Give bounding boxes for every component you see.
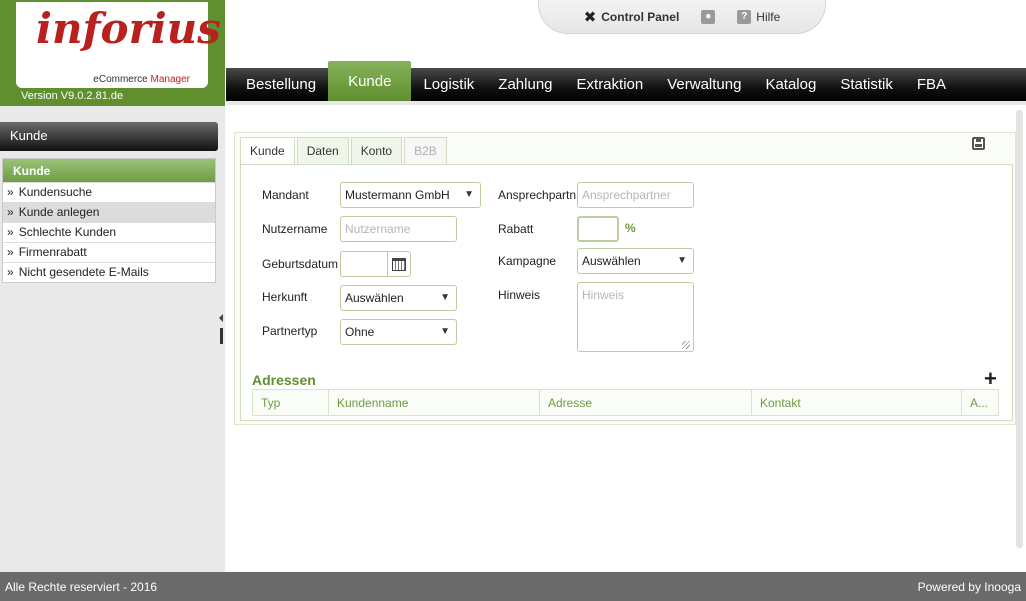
sidebar-collapse-handle[interactable] xyxy=(219,314,225,350)
geburtsdatum-input[interactable] xyxy=(340,251,388,277)
arrow-icon: » xyxy=(7,205,14,219)
addresses-title: Adressen xyxy=(252,372,316,388)
herkunft-value: Auswählen xyxy=(345,291,404,305)
kampagne-value: Auswählen xyxy=(582,254,641,268)
nutzername-input[interactable]: Nutzername xyxy=(340,216,457,242)
nav-item-zahlung[interactable]: Zahlung xyxy=(486,68,564,101)
kampagne-select[interactable]: Auswählen ▼ xyxy=(577,248,694,274)
sidebar-item-label: Kundensuche xyxy=(18,185,93,199)
arrow-icon: » xyxy=(7,225,14,239)
nav-item-logistik[interactable]: Logistik xyxy=(411,68,486,101)
scrollbar[interactable] xyxy=(1016,110,1023,548)
nav-item-katalog[interactable]: Katalog xyxy=(753,68,828,101)
tab-kunde[interactable]: Kunde xyxy=(240,137,295,166)
user-link[interactable]: ● xyxy=(701,9,716,24)
herkunft-label: Herkunft xyxy=(262,290,308,304)
rabatt-label: Rabatt xyxy=(498,222,534,236)
main-nav: Bestellung Kunde Logistik Zahlung Extrak… xyxy=(226,61,1026,101)
nav-item-fba[interactable]: FBA xyxy=(905,68,958,101)
nutzername-label: Nutzername xyxy=(262,222,328,236)
sidebar-item-label: Schlechte Kunden xyxy=(18,225,117,239)
chevron-down-icon: ▼ xyxy=(440,326,450,337)
column-header-typ[interactable]: Typ xyxy=(253,390,329,415)
kampagne-label: Kampagne xyxy=(498,254,557,268)
nav-item-extraktion[interactable]: Extraktion xyxy=(565,68,656,101)
column-header-actions[interactable]: A... xyxy=(962,390,998,415)
addresses-table-header: Typ Kundenname Adresse Kontakt A... xyxy=(252,389,999,416)
chevron-down-icon: ▼ xyxy=(440,292,450,303)
nav-item-kunde[interactable]: Kunde xyxy=(328,61,412,101)
sidebar-header: Kunde xyxy=(0,122,218,151)
arrow-icon: » xyxy=(7,245,14,259)
sidebar-item-kunde-anlegen[interactable]: » Kunde anlegen xyxy=(3,202,215,222)
partnertyp-label: Partnertyp xyxy=(262,324,318,338)
tab-daten[interactable]: Daten xyxy=(296,137,349,165)
help-link[interactable]: ? Hilfe xyxy=(737,9,781,24)
user-icon: ● xyxy=(701,9,716,24)
logo-text: inforius xyxy=(36,4,221,53)
version-label: Version V9.0.2.81.de xyxy=(21,90,124,102)
save-icon[interactable] xyxy=(972,137,985,150)
sidebar-item-kundensuche[interactable]: » Kundensuche xyxy=(3,182,215,202)
mandant-value: Mustermann GmbH xyxy=(345,188,450,202)
footer: Alle Rechte reserviert - 2016 Powered by… xyxy=(0,572,1026,601)
add-address-button[interactable]: + xyxy=(984,368,997,390)
sidebar-item-firmenrabatt[interactable]: » Firmenrabatt xyxy=(3,242,215,262)
sidebar-item-label: Kunde anlegen xyxy=(18,205,100,219)
logo-subtitle-prefix: eCommerce xyxy=(93,74,148,85)
column-header-kontakt[interactable]: Kontakt xyxy=(752,390,962,415)
column-header-adresse[interactable]: Adresse xyxy=(540,390,752,415)
nav-item-verwaltung[interactable]: Verwaltung xyxy=(655,68,753,101)
sidebar-menu: Kunde » Kundensuche » Kunde anlegen » Schle… xyxy=(2,158,216,283)
hinweis-label: Hinweis xyxy=(498,288,541,302)
control-panel-link[interactable]: ✖ Control Panel xyxy=(584,8,680,26)
collapse-arrow-icon xyxy=(219,314,223,322)
help-icon: ? xyxy=(737,9,752,24)
tab-konto[interactable]: Konto xyxy=(350,137,403,165)
ansprechpartner-label: Ansprechpartn xyxy=(498,188,577,202)
sidebar-item-label: Firmenrabatt xyxy=(18,245,87,259)
calendar-icon xyxy=(392,257,406,271)
footer-powered-by: Powered by Inooga xyxy=(917,579,1021,594)
column-header-kundenname[interactable]: Kundenname xyxy=(329,390,540,415)
chevron-down-icon: ▼ xyxy=(464,189,474,200)
hinweis-textarea[interactable]: Hinweis xyxy=(577,282,694,352)
sidebar: Kunde Kunde » Kundensuche » Kunde anlegen … xyxy=(0,106,225,572)
header-divider xyxy=(226,101,1026,105)
rabatt-input[interactable] xyxy=(577,216,619,242)
logo-subtitle-accent: Manager xyxy=(150,74,190,85)
partnertyp-value: Ohne xyxy=(345,325,375,339)
help-label: Hilfe xyxy=(756,9,781,24)
logo[interactable]: inforius eCommerce Manager xyxy=(16,2,221,88)
mandant-select[interactable]: Mustermann GmbH ▼ xyxy=(340,182,481,208)
tab-b2b: B2B xyxy=(404,137,447,165)
control-panel-label: Control Panel xyxy=(601,9,680,24)
drag-handle-icon xyxy=(220,328,223,344)
resize-handle-icon[interactable] xyxy=(682,341,690,349)
herkunft-select[interactable]: Auswählen ▼ xyxy=(340,285,457,311)
geburtsdatum-label: Geburtsdatum xyxy=(262,257,339,271)
sidebar-item-nicht-gesendete-emails[interactable]: » Nicht gesendete E-Mails xyxy=(3,262,215,282)
mandant-label: Mandant xyxy=(262,188,309,202)
tab-bar: Kunde Daten Konto B2B xyxy=(240,137,449,166)
sidebar-item-schlechte-kunden[interactable]: » Schlechte Kunden xyxy=(3,222,215,242)
tools-icon: ✖ xyxy=(583,8,597,26)
sidebar-menu-title: Kunde xyxy=(3,159,215,182)
arrow-icon: » xyxy=(7,185,14,199)
partnertyp-select[interactable]: Ohne ▼ xyxy=(340,319,457,345)
logo-area: inforius eCommerce Manager Version V9.0.… xyxy=(0,0,225,106)
ansprechpartner-input[interactable]: Ansprechpartner xyxy=(577,182,694,208)
sidebar-item-label: Nicht gesendete E-Mails xyxy=(18,265,149,279)
rabatt-unit: % xyxy=(625,221,636,235)
logo-subtitle: eCommerce Manager xyxy=(93,74,190,85)
nav-item-statistik[interactable]: Statistik xyxy=(828,68,905,101)
top-panel: ✖ Control Panel ● ? Hilfe xyxy=(538,0,826,34)
footer-copyright: Alle Rechte reserviert - 2016 xyxy=(5,579,158,594)
nav-item-bestellung[interactable]: Bestellung xyxy=(234,68,328,101)
chevron-down-icon: ▼ xyxy=(677,255,687,266)
calendar-button[interactable] xyxy=(387,251,411,277)
arrow-icon: » xyxy=(7,265,14,279)
